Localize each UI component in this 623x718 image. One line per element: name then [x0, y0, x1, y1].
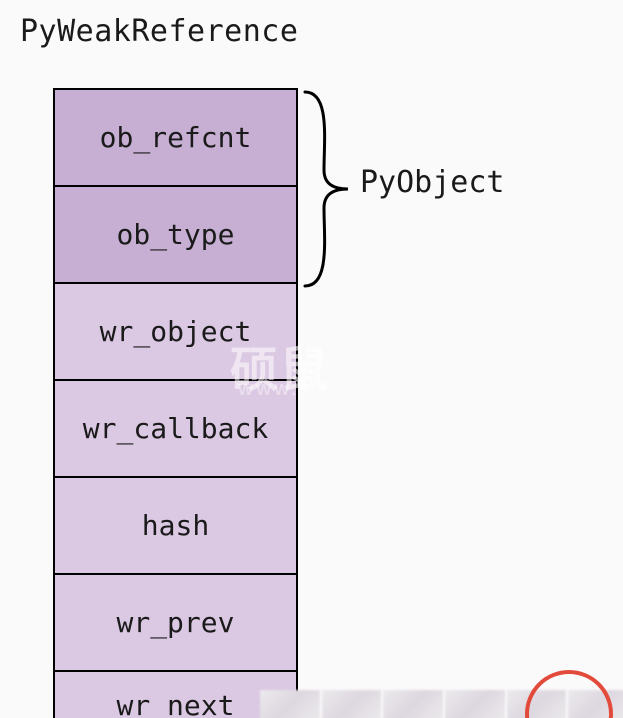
field-label: wr_object: [100, 315, 252, 348]
diagram-canvas: PyWeakReference ob_refcnt ob_type wr_obj…: [0, 0, 623, 718]
decorative-red-circle: [525, 670, 613, 718]
brace-icon: [300, 90, 360, 288]
field-label: hash: [142, 509, 209, 542]
field-wr-callback: wr_callback: [53, 379, 298, 476]
field-hash: hash: [53, 476, 298, 573]
header-group-label: PyObject: [360, 165, 505, 200]
field-label: wr_next: [116, 689, 234, 718]
field-label: wr_prev: [116, 606, 234, 639]
field-wr-object: wr_object: [53, 282, 298, 379]
field-ob-type: ob_type: [53, 185, 298, 282]
field-label: ob_refcnt: [100, 121, 252, 154]
field-label: ob_type: [116, 218, 234, 251]
field-ob-refcnt: ob_refcnt: [53, 88, 298, 185]
field-label: wr_callback: [83, 412, 268, 445]
field-wr-prev: wr_prev: [53, 573, 298, 670]
struct-layout: ob_refcnt ob_type wr_object wr_callback …: [53, 88, 298, 718]
struct-title: PyWeakReference: [20, 14, 298, 49]
